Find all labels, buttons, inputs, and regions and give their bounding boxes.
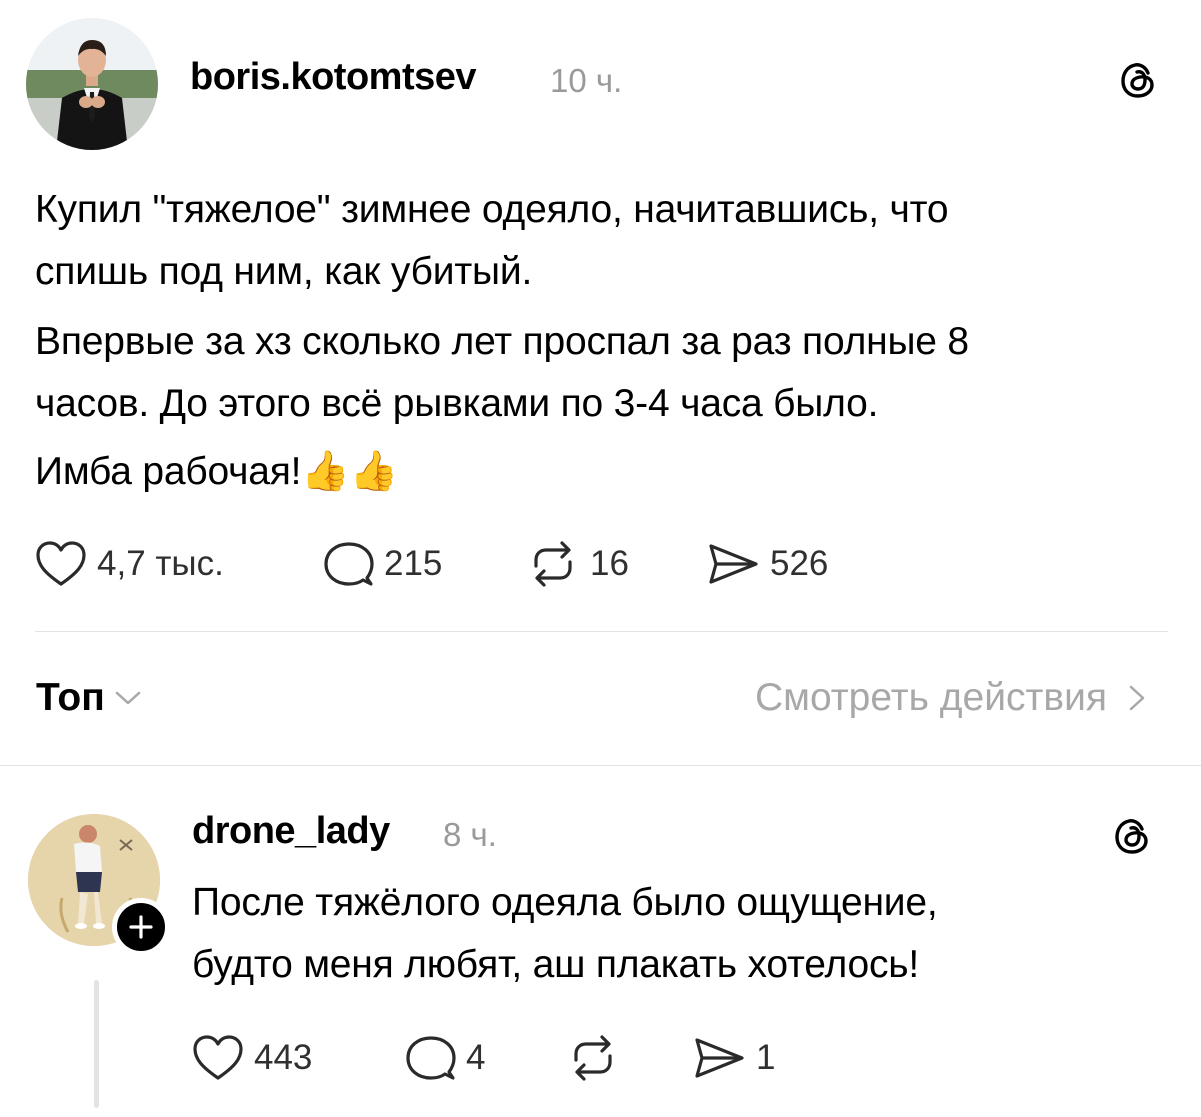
share-button[interactable]: 526 — [706, 540, 828, 588]
post-timestamp: 10 ч. — [550, 62, 623, 99]
follow-button[interactable] — [112, 898, 170, 956]
repost-button[interactable]: 16 — [526, 540, 629, 588]
like-button[interactable]: 4,7 тыс. — [35, 540, 224, 588]
plus-icon — [129, 915, 153, 939]
comment-bubble-icon — [406, 1036, 456, 1080]
view-activity-label: Смотреть действия — [755, 676, 1107, 719]
post-line-3: Впервые за хз сколько лет проспал за раз… — [35, 320, 969, 363]
author-avatar[interactable] — [26, 18, 158, 150]
thumbs-up-emoji: 👍👍 — [301, 450, 399, 493]
post-line-5-text: Имба рабочая! — [35, 450, 302, 493]
post-line-2: спишь под ним, как убитый. — [35, 250, 533, 293]
divider — [35, 631, 1168, 632]
chevron-down-icon — [115, 691, 140, 705]
reply-share-button[interactable]: 1 — [692, 1034, 775, 1082]
post-line-5: Имба рабочая!👍👍 — [35, 442, 398, 502]
comment-button[interactable]: 215 — [324, 540, 442, 588]
share-count: 526 — [770, 544, 829, 583]
sort-dropdown[interactable]: Топ — [36, 676, 143, 720]
threads-logo-icon[interactable] — [1110, 814, 1154, 858]
reply-line-1: После тяжёлого одеяла было ощущение, — [192, 881, 938, 924]
reply-like-button[interactable]: 443 — [192, 1034, 312, 1082]
divider — [0, 765, 1201, 766]
like-count: 4,7 тыс. — [97, 544, 224, 583]
paper-plane-icon — [695, 1038, 744, 1078]
post-line-4: часов. До этого всё рывками по 3-4 часа … — [35, 382, 879, 425]
comment-bubble-icon — [324, 542, 374, 586]
sort-label: Топ — [36, 676, 105, 719]
reply-comment-count: 4 — [466, 1038, 486, 1077]
paper-plane-icon — [709, 544, 758, 584]
reply-username[interactable]: drone_lady — [192, 810, 390, 853]
thread-connector-line — [94, 980, 99, 1108]
reply-body: После тяжёлого одеяла было ощущение, буд… — [192, 872, 938, 996]
repost-arrows-icon — [574, 1035, 612, 1081]
chevron-right-icon — [1129, 685, 1145, 711]
reply-repost-button[interactable] — [566, 1034, 620, 1082]
comment-count: 215 — [384, 544, 443, 583]
view-activity-link[interactable]: Смотреть действия — [755, 676, 1149, 720]
reply-comment-button[interactable]: 4 — [406, 1034, 485, 1082]
repost-arrows-icon — [534, 541, 572, 587]
reply-share-count: 1 — [756, 1038, 776, 1077]
repost-count: 16 — [590, 544, 629, 583]
author-username[interactable]: boris.kotomtsev — [190, 56, 477, 99]
reply-line-2: будто меня любят, аш плакать хотелось! — [192, 943, 920, 986]
reply-like-count: 443 — [254, 1038, 313, 1077]
heart-icon — [193, 1035, 243, 1080]
author-avatar-image — [26, 18, 158, 150]
heart-icon — [36, 541, 86, 586]
threads-logo-icon[interactable] — [1116, 58, 1160, 102]
reply-timestamp: 8 ч. — [443, 816, 497, 853]
post-line-1: Купил "тяжелое" зимнее одеяло, начитавши… — [35, 188, 949, 231]
